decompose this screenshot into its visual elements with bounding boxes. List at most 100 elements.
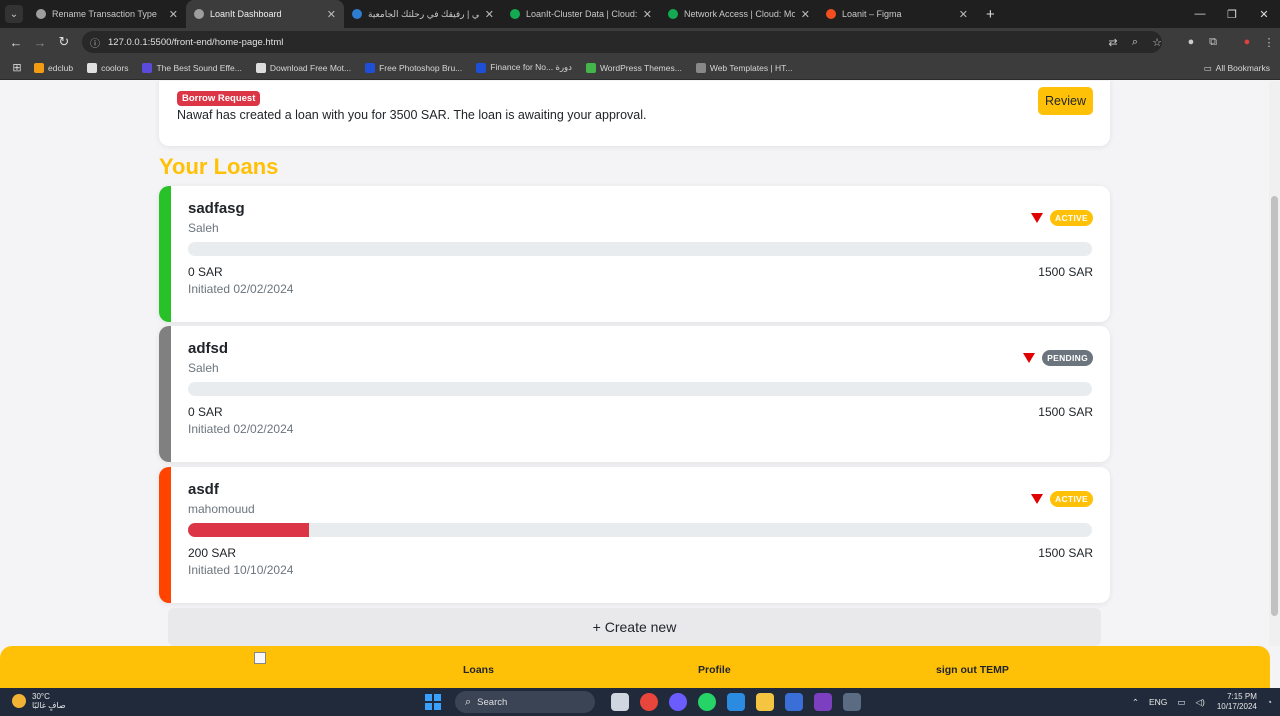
bookmark-item[interactable]: The Best Sound Effe...: [142, 62, 242, 73]
expand-arrow-icon[interactable]: [1023, 353, 1036, 363]
loan-person: Saleh: [188, 361, 219, 375]
loan-paid-amount: 200 SAR: [188, 546, 237, 560]
expand-arrow-icon[interactable]: [1031, 213, 1044, 223]
bookmark-item[interactable]: Download Free Mot...: [255, 62, 352, 73]
account-icon[interactable]: ●: [1236, 36, 1258, 48]
bookmark-favicon-icon: [585, 62, 596, 73]
tab-close-icon[interactable]: ✕: [485, 8, 494, 21]
file-explorer-icon[interactable]: [755, 693, 774, 711]
system-tray: ⌃ ENG ▭ ◁) 7:15 PM 10/17/2024 ◔: [1122, 688, 1272, 716]
loan-status: PENDING: [1023, 350, 1093, 366]
tab-close-icon[interactable]: ✕: [327, 8, 336, 21]
clock[interactable]: 7:15 PM 10/17/2024: [1217, 692, 1257, 712]
loan-person: mahomouud: [188, 502, 255, 516]
notification-bell-icon[interactable]: ◔: [1267, 697, 1272, 707]
bookmark-label: Finance for No... دورة: [490, 62, 572, 72]
loan-card[interactable]: asdf mahomouud ACTIVE 200 SAR 1500 SAR Initia…: [159, 467, 1110, 603]
store-icon[interactable]: [784, 693, 803, 711]
tab-close-icon[interactable]: ✕: [169, 8, 178, 21]
language-indicator[interactable]: ENG: [1149, 697, 1167, 707]
bottom-nav: Loans Profile sign out TEMP: [0, 646, 1270, 688]
tab-favicon-icon: [352, 9, 362, 19]
loan-paid-amount: 0 SAR: [188, 265, 223, 279]
tab-title: LoanIt Dashboard: [210, 9, 282, 19]
bookmark-item[interactable]: Free Photoshop Bru...: [365, 62, 462, 73]
page-scrollbar[interactable]: [1269, 81, 1280, 646]
search-icon: ⌕: [465, 695, 472, 708]
nav-sign-out-link[interactable]: sign out TEMP: [936, 664, 1009, 676]
bookmark-item[interactable]: Web Templates | HT...: [695, 62, 793, 73]
media-app-icon[interactable]: [813, 693, 832, 711]
loan-status-stripe: [159, 467, 171, 603]
bookmarks-bar: ⊞ edclub coolors The Best Sound Effe... Dow…: [0, 56, 1280, 80]
close-window-icon[interactable]: ✕: [1248, 8, 1280, 21]
browser-tab[interactable]: Network Access | Cloud: Mongo ✕: [660, 0, 818, 28]
translate-icon[interactable]: ⇄: [1102, 36, 1124, 49]
scrollbar-thumb[interactable]: [1271, 196, 1278, 616]
bookmark-label: The Best Sound Effe...: [156, 62, 242, 73]
menu-kebab-icon[interactable]: ⋮: [1258, 36, 1280, 49]
site-info-icon[interactable]: ⓘ: [90, 35, 100, 50]
tab-close-icon[interactable]: ✕: [959, 8, 968, 21]
clock-time: 7:15 PM: [1227, 692, 1257, 701]
browser-tab[interactable]: LoanIt-Cluster Data | Cloud: Mo ✕: [502, 0, 660, 28]
tab-close-icon[interactable]: ✕: [801, 8, 810, 21]
volume-icon[interactable]: ◁): [1195, 697, 1204, 708]
page-viewport: Borrow Request Nawaf has created a loan …: [0, 81, 1280, 688]
copilot-icon[interactable]: [668, 693, 687, 711]
minimize-icon[interactable]: —: [1184, 8, 1216, 20]
bookmark-item[interactable]: WordPress Themes...: [585, 62, 682, 73]
loan-total-amount: 1500 SAR: [1038, 405, 1093, 419]
calculator-icon[interactable]: [842, 693, 861, 711]
loan-total-amount: 1500 SAR: [1038, 265, 1093, 279]
loan-person: Saleh: [188, 221, 219, 235]
weather-moon-icon: [12, 694, 26, 708]
zoom-icon[interactable]: ⌕: [1124, 36, 1146, 49]
all-bookmarks[interactable]: ▭ All Bookmarks: [1204, 56, 1270, 80]
tab-title: Network Access | Cloud: Mongo: [684, 9, 795, 19]
tray-chevron-icon[interactable]: ⌃: [1132, 697, 1139, 708]
weather-widget[interactable]: 30°C صافٍ غالبًا: [12, 692, 66, 710]
bookmark-label: Web Templates | HT...: [709, 62, 793, 73]
maximize-icon[interactable]: ❐: [1216, 8, 1248, 21]
chrome-icon[interactable]: [639, 693, 658, 711]
bookmark-item[interactable]: coolors: [87, 62, 128, 73]
broken-logo-image[interactable]: [254, 652, 266, 664]
apps-grid-icon[interactable]: ⊞: [0, 61, 34, 74]
nav-profile-link[interactable]: Profile: [698, 664, 731, 676]
section-title: Your Loans: [159, 154, 279, 179]
browser-tab[interactable]: LoanIt Dashboard ✕: [186, 0, 344, 28]
address-bar[interactable]: ⓘ 127.0.0.1:5500/front-end/home-page.htm…: [82, 31, 1162, 53]
browser-tab[interactable]: Rename Transaction Type ✕: [28, 0, 186, 28]
back-arrow-icon[interactable]: ←: [4, 35, 28, 50]
folder-icon: ▭: [1203, 62, 1212, 73]
review-button[interactable]: Review: [1038, 87, 1093, 115]
loan-card[interactable]: sadfasg Saleh ACTIVE 0 SAR 1500 SAR Initiated…: [159, 186, 1110, 322]
bookmark-item[interactable]: edclub: [34, 62, 74, 73]
whatsapp-icon[interactable]: [697, 693, 716, 711]
bookmark-label: Download Free Mot...: [269, 62, 352, 73]
bookmark-star-icon[interactable]: ☆: [1146, 36, 1168, 49]
taskbar-search[interactable]: ⌕ Search: [455, 691, 595, 713]
loan-card[interactable]: adfsd Saleh PENDING 0 SAR 1500 SAR Initiated …: [159, 326, 1110, 462]
browser-tab[interactable]: Loanit – Figma ✕: [818, 0, 976, 28]
reload-icon[interactable]: ↻: [52, 34, 76, 50]
browser-tab[interactable]: مقرراتي | رفيقك في رحلتك الجامعية ✕: [344, 0, 502, 28]
expand-arrow-icon[interactable]: [1031, 494, 1044, 504]
browser-tab-strip: ⌄ Rename Transaction Type ✕ LoanIt Dashboa…: [0, 0, 1280, 28]
network-icon[interactable]: ▭: [1177, 697, 1185, 708]
loan-initiated-date: Initiated 02/02/2024: [188, 422, 294, 436]
vscode-icon[interactable]: [726, 693, 745, 711]
bookmark-item[interactable]: Finance for No... دورة: [476, 62, 572, 73]
extensions-icon[interactable]: ⧉: [1202, 36, 1224, 49]
tab-search-chevron-icon[interactable]: ⌄: [5, 5, 23, 23]
nav-loans-link[interactable]: Loans: [463, 664, 494, 676]
create-new-button[interactable]: + Create new: [168, 608, 1101, 646]
bookmark-label: edclub: [48, 62, 74, 73]
new-tab-plus-icon[interactable]: +: [986, 6, 995, 23]
profile-avatar-icon[interactable]: ●: [1180, 36, 1202, 48]
task-view-icon[interactable]: [610, 693, 629, 711]
windows-start-icon[interactable]: [425, 694, 441, 710]
tab-close-icon[interactable]: ✕: [643, 8, 652, 21]
forward-arrow-icon[interactable]: →: [28, 35, 52, 50]
